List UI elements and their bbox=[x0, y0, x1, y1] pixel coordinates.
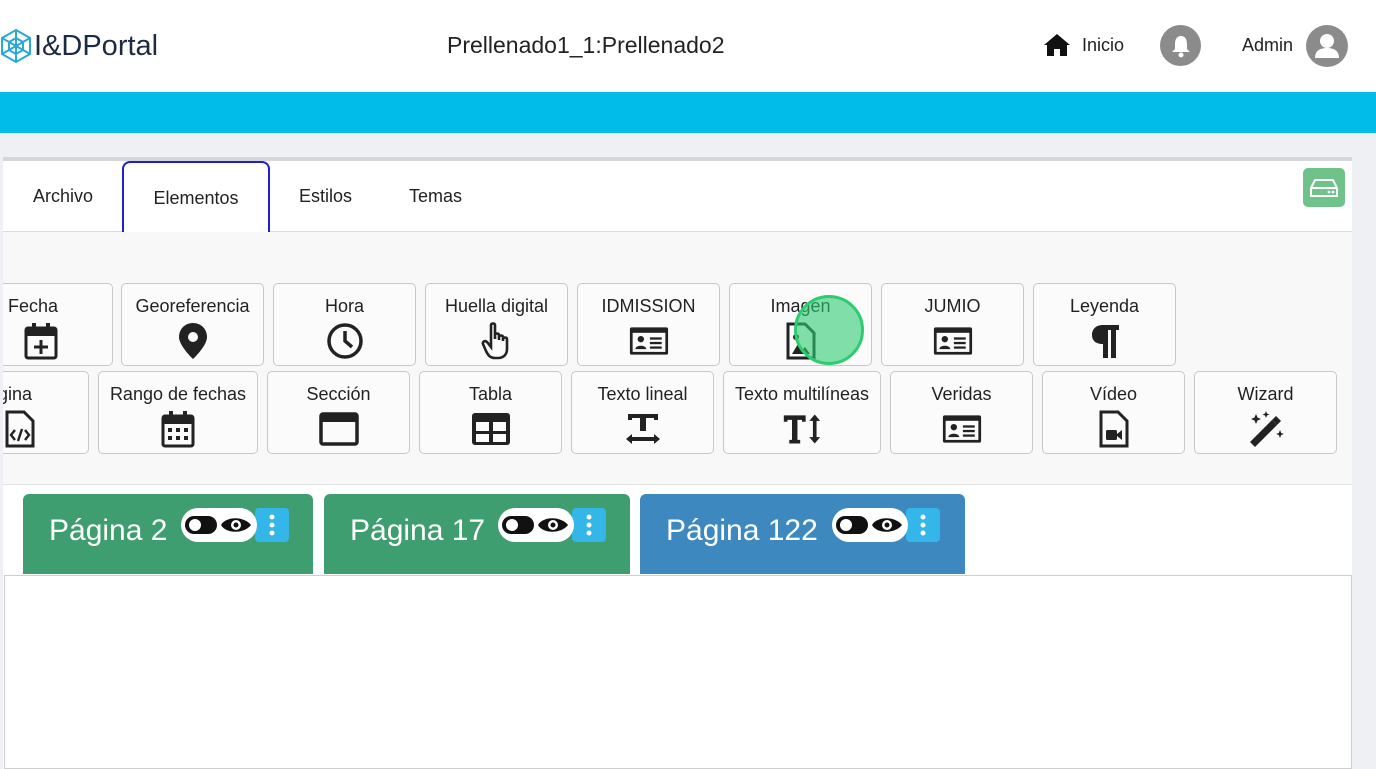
element-label: Rango de fechas bbox=[109, 384, 247, 404]
element-label: JUMIO bbox=[924, 296, 981, 316]
calendar-plus-icon bbox=[21, 321, 61, 361]
element-georeferencia[interactable]: Georeferencia bbox=[121, 283, 264, 366]
elements-toolbox: Fecha Georeferencia Hora Huella digital … bbox=[3, 232, 1352, 485]
toggle-icon bbox=[502, 516, 568, 534]
element-tabla[interactable]: Tabla bbox=[419, 371, 562, 454]
page-tab-label: Página 17 bbox=[350, 514, 486, 547]
element-label: Hora bbox=[324, 296, 364, 316]
tab-estilos[interactable]: Estilos bbox=[273, 161, 378, 232]
user-avatar-icon bbox=[1315, 34, 1339, 58]
page-visibility-toggle[interactable] bbox=[832, 508, 908, 542]
notifications-button[interactable] bbox=[1160, 25, 1201, 66]
id-card-icon bbox=[629, 321, 669, 361]
element-wizard[interactable]: Wizard bbox=[1194, 371, 1337, 454]
home-link[interactable]: Inicio bbox=[1042, 32, 1124, 58]
logo[interactable]: I&DPortal bbox=[0, 24, 158, 68]
element-leyenda[interactable]: Leyenda bbox=[1033, 283, 1176, 366]
element-fecha[interactable]: Fecha bbox=[3, 283, 113, 366]
hand-pointer-icon bbox=[477, 321, 517, 361]
element-imagen[interactable]: Imagen bbox=[729, 283, 872, 366]
kebab-icon bbox=[586, 514, 592, 536]
map-pin-icon bbox=[173, 321, 213, 361]
element-huella-digital[interactable]: Huella digital bbox=[425, 283, 568, 366]
element-rango-de-fechas[interactable]: Rango de fechas bbox=[98, 371, 258, 454]
element-label: Leyenda bbox=[1069, 296, 1140, 316]
page-visibility-toggle[interactable] bbox=[181, 508, 257, 542]
page-tab-label: Página 122 bbox=[666, 514, 818, 547]
element-idmission[interactable]: IDMISSION bbox=[577, 283, 720, 366]
magic-wand-icon bbox=[1246, 409, 1286, 449]
paragraph-icon bbox=[1085, 321, 1125, 361]
calendar-icon bbox=[158, 409, 198, 449]
page-canvas[interactable] bbox=[4, 575, 1352, 769]
toggle-icon bbox=[836, 516, 902, 534]
page-tab-17[interactable]: Página 17 bbox=[324, 494, 630, 574]
ribbon-tabs: Archivo Elementos Estilos Temas bbox=[3, 161, 1352, 233]
page-tab-122[interactable]: Página 122 bbox=[640, 494, 965, 574]
element-label: Veridas bbox=[931, 384, 992, 404]
home-label: Inicio bbox=[1082, 34, 1125, 55]
element-label: Texto lineal bbox=[597, 384, 688, 404]
logo-icon bbox=[1, 28, 31, 64]
top-bar: I&DPortal Prellenado1_1:Prellenado2 Inic… bbox=[0, 0, 1376, 92]
file-video-icon bbox=[1094, 409, 1134, 449]
element-seccion[interactable]: Sección bbox=[267, 371, 410, 454]
element-jumio[interactable]: JUMIO bbox=[881, 283, 1024, 366]
file-image-icon bbox=[781, 321, 821, 361]
kebab-icon bbox=[920, 514, 926, 536]
home-icon bbox=[1044, 34, 1070, 56]
page-visibility-toggle[interactable] bbox=[498, 508, 574, 542]
tab-elementos[interactable]: Elementos bbox=[122, 161, 270, 233]
tab-temas[interactable]: Temas bbox=[383, 161, 488, 232]
bell-icon bbox=[1171, 35, 1190, 57]
id-card-icon bbox=[942, 409, 982, 449]
element-label: gina bbox=[3, 384, 33, 404]
clock-icon bbox=[325, 321, 365, 361]
hard-drive-icon bbox=[1310, 178, 1338, 197]
element-video[interactable]: Vídeo bbox=[1042, 371, 1185, 454]
accent-bar bbox=[0, 92, 1376, 133]
page-menu-button[interactable] bbox=[906, 508, 940, 542]
storage-button[interactable] bbox=[1303, 168, 1345, 207]
element-pagina[interactable]: gina bbox=[3, 371, 89, 454]
element-label: Huella digital bbox=[444, 296, 549, 316]
user-avatar[interactable] bbox=[1306, 25, 1348, 67]
element-texto-lineal[interactable]: Texto lineal bbox=[571, 371, 714, 454]
element-texto-multilineas[interactable]: Texto multilíneas bbox=[723, 371, 881, 454]
element-veridas[interactable]: Veridas bbox=[890, 371, 1033, 454]
page-tab-label: Página 2 bbox=[49, 514, 168, 547]
element-hora[interactable]: Hora bbox=[273, 283, 416, 366]
logo-text: I&DPortal bbox=[34, 29, 159, 62]
table-icon bbox=[471, 409, 511, 449]
element-label: Georeferencia bbox=[135, 296, 250, 316]
element-label: Wizard bbox=[1237, 384, 1294, 404]
element-label: Imagen bbox=[770, 296, 831, 316]
user-name[interactable]: Admin bbox=[1242, 35, 1293, 56]
element-label: Fecha bbox=[7, 296, 59, 316]
page-menu-button[interactable] bbox=[255, 508, 289, 542]
id-card-icon bbox=[933, 321, 973, 361]
element-label: Texto multilíneas bbox=[734, 384, 870, 404]
page-menu-button[interactable] bbox=[572, 508, 606, 542]
file-code-icon bbox=[3, 409, 40, 449]
toggle-icon bbox=[185, 516, 251, 534]
element-label: Vídeo bbox=[1089, 384, 1138, 404]
document-title: Prellenado1_1:Prellenado2 bbox=[447, 32, 725, 58]
page-tab-2[interactable]: Página 2 bbox=[23, 494, 313, 574]
element-label: Sección bbox=[306, 384, 371, 404]
text-height-icon bbox=[782, 409, 822, 449]
window-icon bbox=[318, 409, 359, 449]
element-label: Tabla bbox=[468, 384, 513, 404]
tab-archivo[interactable]: Archivo bbox=[3, 161, 123, 232]
kebab-icon bbox=[269, 514, 275, 536]
element-label: IDMISSION bbox=[601, 296, 696, 316]
text-width-icon bbox=[623, 409, 663, 449]
